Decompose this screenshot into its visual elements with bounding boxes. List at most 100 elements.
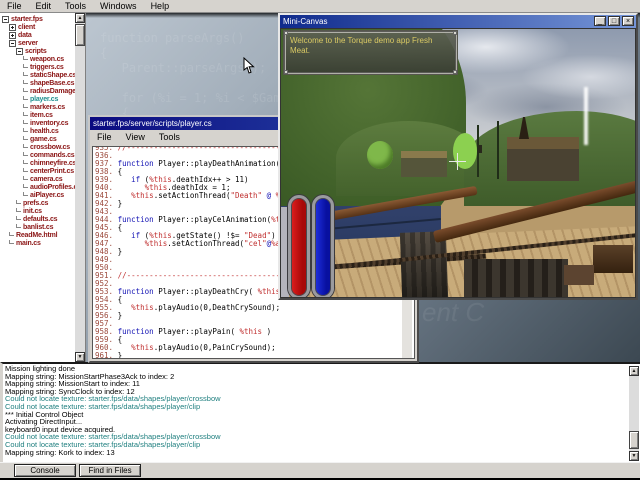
file-tree: starter.fpsclientdataserverscriptsweapon… (0, 15, 75, 247)
menu-edit[interactable]: Edit (29, 1, 59, 11)
tree-toggle-icon[interactable] (9, 24, 16, 31)
menu-windows[interactable]: Windows (93, 1, 144, 11)
tree-item-label: player.cs (28, 96, 58, 103)
message-corner-icon (284, 31, 288, 35)
mini-canvas-titlebar[interactable]: Mini-Canvas _□× (280, 15, 636, 28)
scroll-down-icon[interactable]: ▼ (629, 451, 639, 461)
game-viewport[interactable]: Welcome to the Torque demo app Fresh Mea… (280, 28, 636, 298)
tree-item-staticshape-cs[interactable]: staticShape.cs (0, 71, 75, 79)
tree-item-readme-html[interactable]: ReadMe.html (0, 231, 75, 239)
tree-item-label: inventory.cs (28, 120, 68, 127)
tree-item-label: item.cs (28, 112, 53, 119)
tree-item-init-cs[interactable]: init.cs (0, 207, 75, 215)
tree-item-label: starter.fps (9, 16, 43, 23)
close-button[interactable]: × (622, 16, 634, 26)
tree-item-label: health.cs (28, 128, 59, 135)
crosshair-icon (449, 153, 466, 170)
code-line: 956. } (95, 312, 402, 320)
tree-item-scripts[interactable]: scripts (0, 47, 75, 55)
tree-item-banlist-cs[interactable]: banlist.cs (0, 223, 75, 231)
tree-item-label: crossbow.cs (28, 144, 70, 151)
tree-scrollbar[interactable]: ▲ ▼ (75, 13, 85, 362)
menu-tools[interactable]: Tools (152, 132, 187, 142)
tree-item-data[interactable]: data (0, 31, 75, 39)
code-line: 955. %this.playAudio(0,DeathCrySound); (95, 304, 402, 312)
log-line: *** Initial Control Object (5, 411, 627, 419)
tree-item-label: weapon.cs (28, 56, 64, 63)
scroll-thumb[interactable] (629, 431, 639, 449)
console-panel[interactable]: Mission lighting doneMapping string: Mis… (0, 362, 640, 462)
mini-canvas-controls: _□× (594, 16, 634, 26)
tree-item-commands-cs[interactable]: commands.cs (0, 151, 75, 159)
tree-item-camera-cs[interactable]: camera.cs (0, 175, 75, 183)
tree-toggle-icon[interactable] (16, 48, 23, 55)
tree-item-shapebase-cs[interactable]: shapeBase.cs (0, 79, 75, 87)
tree-item-label: audioProfiles.cs (28, 184, 81, 191)
maximize-button[interactable]: □ (608, 16, 620, 26)
menu-help[interactable]: Help (144, 1, 177, 11)
tree-item-weapon-cs[interactable]: weapon.cs (0, 55, 75, 63)
menu-file[interactable]: File (0, 1, 29, 11)
tree-item-audioprofiles-cs[interactable]: audioProfiles.cs (0, 183, 75, 191)
torque-ide-window: FileEditToolsWindowsHelp function parseA… (0, 0, 640, 480)
line-number: 961. (95, 351, 118, 358)
tree-item-client[interactable]: client (0, 23, 75, 31)
console-scrollbar[interactable]: ▲ ▼ (629, 366, 639, 461)
tree-item-aiplayer-cs[interactable]: aiPlayer.cs (0, 191, 75, 199)
tree-item-crossbow-cs[interactable]: crossbow.cs (0, 143, 75, 151)
tree-item-label: triggers.cs (28, 64, 64, 71)
tree-item-server[interactable]: server (0, 39, 75, 47)
tree-item-label: defaults.cs (21, 216, 57, 223)
app-menubar: FileEditToolsWindowsHelp (0, 0, 640, 13)
menu-tools[interactable]: Tools (58, 1, 93, 11)
scroll-thumb[interactable] (402, 358, 412, 359)
tree-toggle-icon[interactable] (2, 16, 9, 23)
menu-view[interactable]: View (119, 132, 152, 142)
menu-file[interactable]: File (90, 132, 119, 142)
game-light-beam (584, 87, 588, 145)
tree-item-radiusdamage-cs[interactable]: radiusDamage.cs (0, 87, 75, 95)
tree-item-defaults-cs[interactable]: defaults.cs (0, 215, 75, 223)
tree-item-main-cs[interactable]: main.cs (0, 239, 75, 247)
tree-item-label: centerPrint.cs (28, 168, 74, 175)
find-in-files-button[interactable]: Find in Files (79, 464, 141, 477)
welcome-message-box: Welcome to the Torque demo app Fresh Mea… (284, 31, 457, 74)
tree-toggle-icon[interactable] (9, 40, 16, 47)
scroll-thumb[interactable] (75, 24, 85, 46)
tree-toggle-icon[interactable] (9, 32, 16, 39)
tree-item-player-cs[interactable]: player.cs (0, 95, 75, 103)
tree-item-label: banlist.cs (21, 224, 53, 231)
ghost-code-fragment: ent C (422, 297, 484, 328)
game-hut (507, 137, 579, 181)
scroll-up-icon[interactable]: ▲ (75, 13, 85, 23)
code-line: 961. } (95, 352, 402, 358)
tree-item-label: staticShape.cs (28, 72, 76, 79)
message-corner-icon (453, 70, 457, 74)
tree-item-label: main.cs (14, 240, 41, 247)
code-line: 958. function Player::playPain( %this ) (95, 328, 402, 336)
tree-item-prefs-cs[interactable]: prefs.cs (0, 199, 75, 207)
mini-canvas-title: Mini-Canvas (283, 17, 327, 26)
tree-item-centerprint-cs[interactable]: centerPrint.cs (0, 167, 75, 175)
tree-item-chimneyfire-cs[interactable]: chimneyfire.cs (0, 159, 75, 167)
scroll-down-icon[interactable]: ▼ (75, 352, 85, 362)
tree-item-health-cs[interactable]: health.cs (0, 127, 75, 135)
tree-item-label: client (16, 24, 35, 31)
tree-item-markers-cs[interactable]: markers.cs (0, 103, 75, 111)
message-corner-icon (453, 31, 457, 35)
tree-item-inventory-cs[interactable]: inventory.cs (0, 119, 75, 127)
tree-item-triggers-cs[interactable]: triggers.cs (0, 63, 75, 71)
console-button[interactable]: Console (14, 464, 76, 477)
tree-item-starter-fps[interactable]: starter.fps (0, 15, 75, 23)
tree-item-label: camera.cs (28, 176, 62, 183)
tree-item-label: chimneyfire.cs (28, 160, 76, 167)
tree-item-item-cs[interactable]: item.cs (0, 111, 75, 119)
game-hut (401, 151, 447, 177)
tree-item-game-cs[interactable]: game.cs (0, 135, 75, 143)
minimize-button[interactable]: _ (594, 16, 606, 26)
tree-item-label: game.cs (28, 136, 57, 143)
console-log: Mission lighting doneMapping string: Mis… (5, 365, 627, 456)
energy-gauge-blue (312, 195, 334, 298)
health-gauge-red (288, 195, 310, 298)
scroll-up-icon[interactable]: ▲ (629, 366, 639, 376)
